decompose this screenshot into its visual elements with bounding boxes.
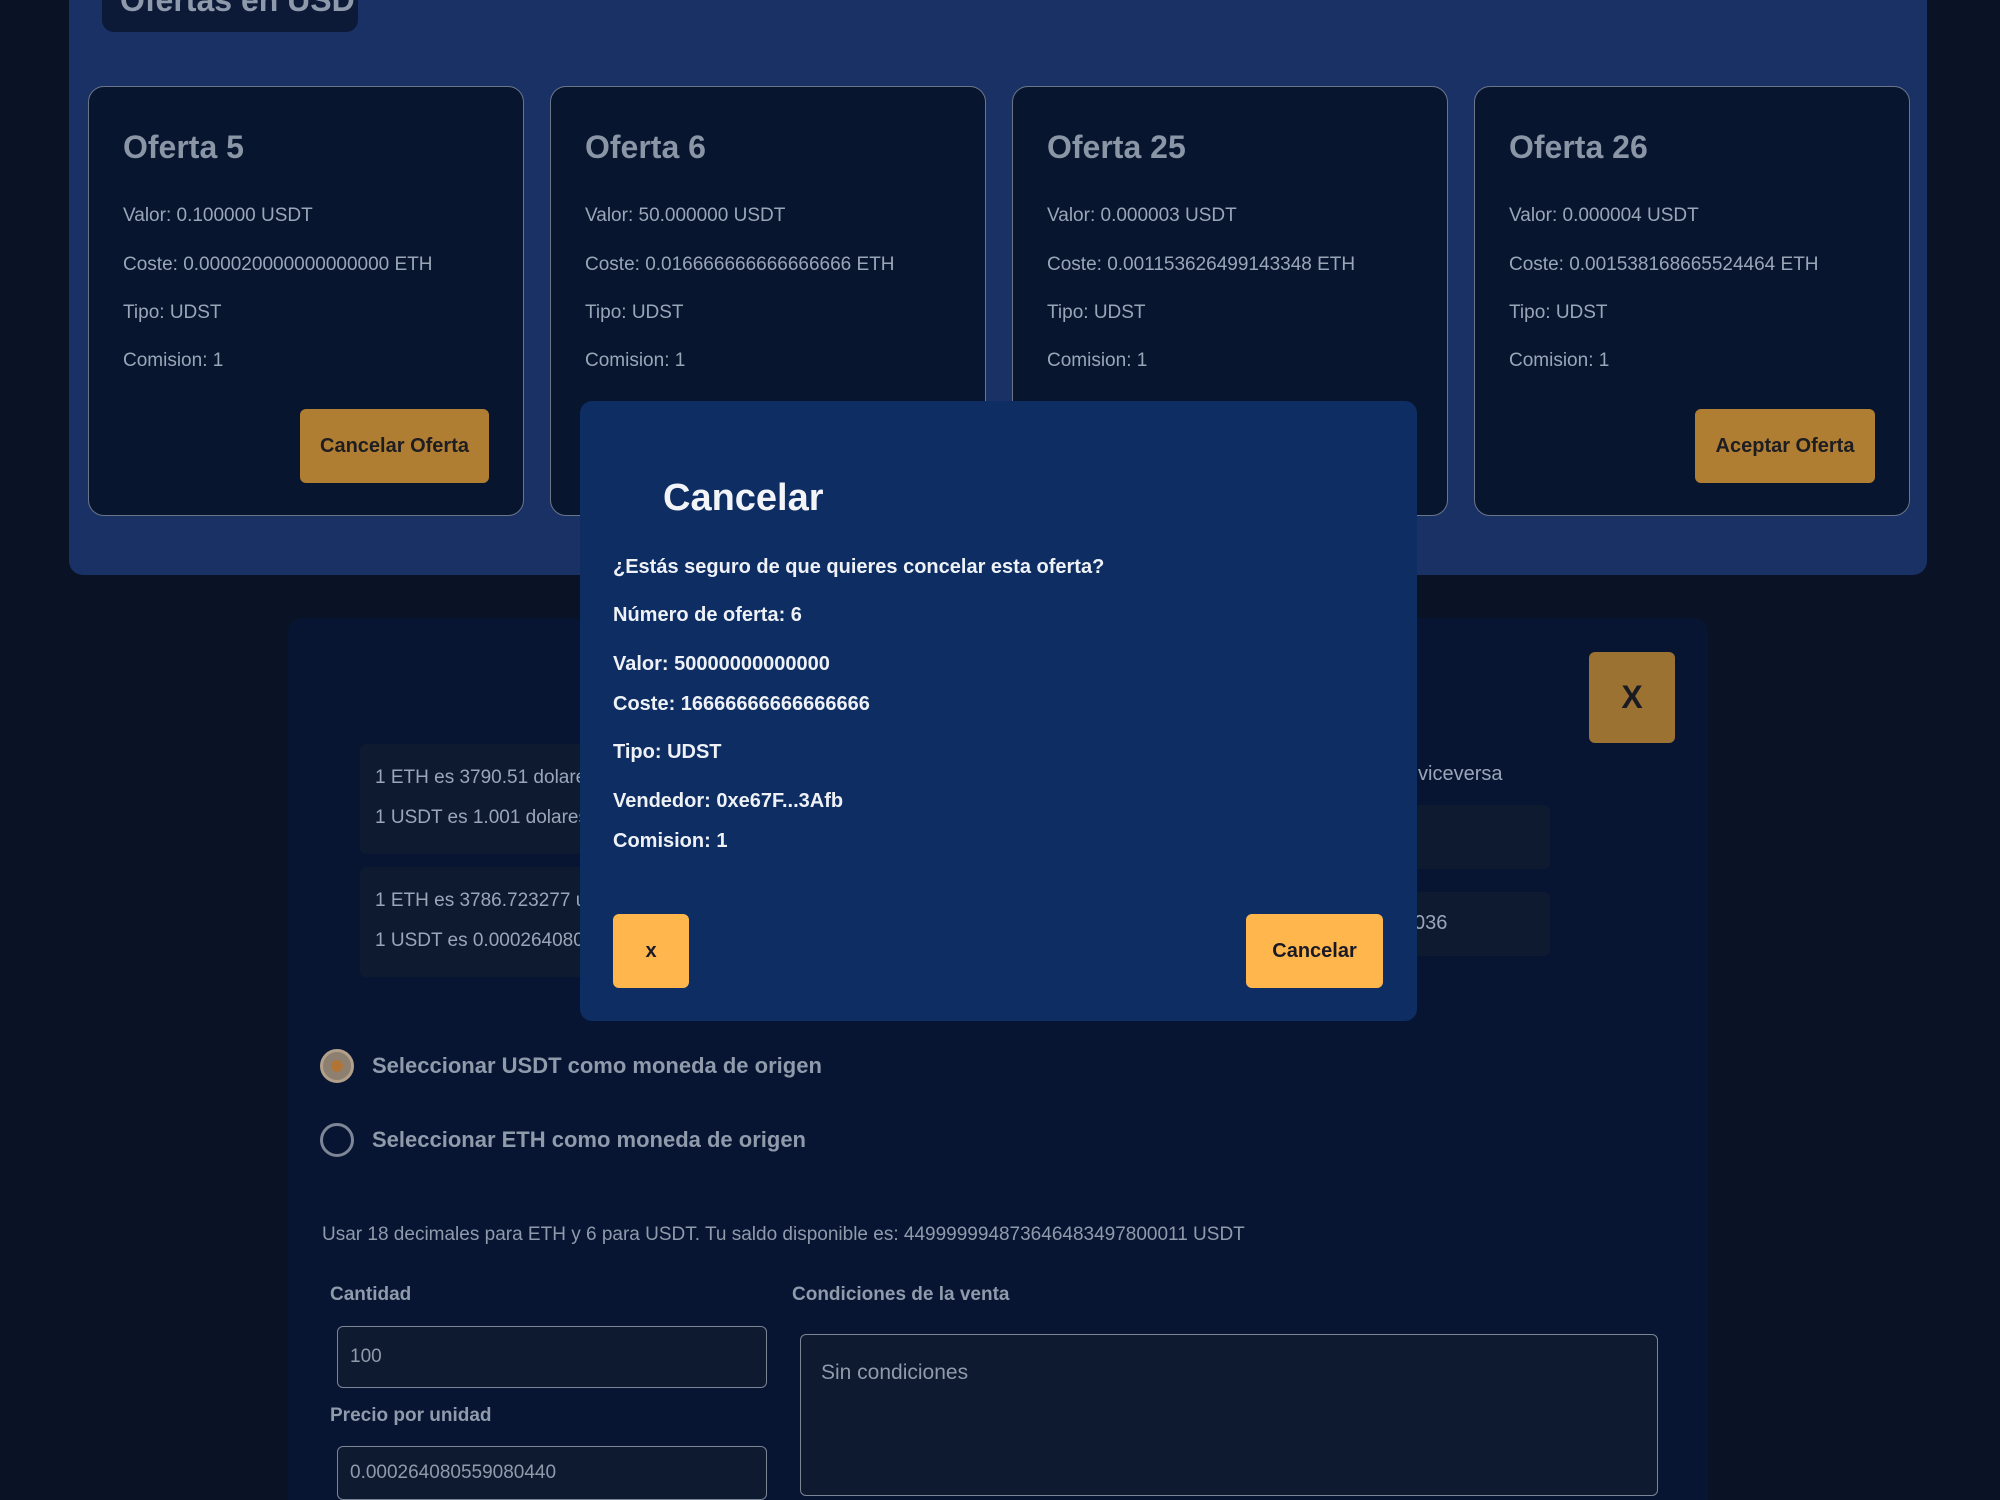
accept-offer-button[interactable]: Aceptar Oferta bbox=[1695, 409, 1875, 483]
radio-eth-label: Seleccionar ETH como moneda de origen bbox=[372, 1127, 806, 1152]
offer-valor: Valor: 50.000000 USDT bbox=[585, 205, 786, 226]
offer-title: Oferta 5 bbox=[123, 129, 244, 165]
modal-valor: Valor: 50000000000000 bbox=[613, 653, 830, 675]
radio-button[interactable] bbox=[320, 1123, 354, 1157]
modal-offer-number: Número de oferta: 6 bbox=[613, 604, 802, 626]
radio-usdt-origin[interactable]: Seleccionar USDT como moneda de origen bbox=[320, 1048, 822, 1084]
modal-close-button[interactable]: x bbox=[613, 914, 689, 988]
offer-valor: Valor: 0.100000 USDT bbox=[123, 205, 313, 226]
converter-input[interactable] bbox=[1400, 805, 1550, 869]
modal-question: ¿Estás seguro de que quieres concelar es… bbox=[613, 556, 1105, 578]
modal-tipo: Tipo: UDST bbox=[613, 741, 722, 763]
offer-card-26: Oferta 26 Valor: 0.000004 USDT Coste: 0.… bbox=[1474, 86, 1910, 516]
offer-title: Oferta 26 bbox=[1509, 129, 1648, 165]
offer-tipo: Tipo: UDST bbox=[1509, 302, 1608, 323]
offer-coste: Coste: 0.016666666666666666 ETH bbox=[585, 254, 895, 275]
rate-eth-usdt: 1 ETH es 3786.723277 usdt bbox=[375, 890, 612, 911]
offer-comision: Comision: 1 bbox=[123, 350, 224, 371]
offer-comision: Comision: 1 bbox=[1509, 350, 1610, 371]
converter-output-value: 036 bbox=[1414, 912, 1448, 934]
modal-coste: Coste: 16666666666666666 bbox=[613, 693, 870, 715]
radio-usdt-label: Seleccionar USDT como moneda de origen bbox=[372, 1053, 822, 1078]
price-rates-box bbox=[360, 744, 590, 854]
offer-valor: Valor: 0.000003 USDT bbox=[1047, 205, 1237, 226]
offer-coste: Coste: 0.001538168665524464 ETH bbox=[1509, 254, 1819, 275]
radio-button-checked[interactable] bbox=[320, 1049, 354, 1083]
offer-card-5: Oferta 5 Valor: 0.100000 USDT Coste: 0.0… bbox=[88, 86, 524, 516]
offer-comision: Comision: 1 bbox=[585, 350, 686, 371]
offer-tipo: Tipo: UDST bbox=[123, 302, 222, 323]
converter-label: viceversa bbox=[1418, 763, 1503, 785]
precio-label: Precio por unidad bbox=[330, 1405, 492, 1426]
offers-header-title: Ofertas en USDT bbox=[120, 0, 358, 18]
rate-eth-usd: 1 ETH es 3790.51 dolares bbox=[375, 767, 596, 788]
condiciones-textarea[interactable] bbox=[800, 1334, 1658, 1496]
offers-header: Ofertas en USDT bbox=[102, 0, 358, 32]
rate-usdt-usd: 1 USDT es 1.001 dolares bbox=[375, 807, 588, 828]
cantidad-label: Cantidad bbox=[330, 1284, 412, 1305]
modal-vendedor: Vendedor: 0xe67F...3Afb bbox=[613, 790, 844, 812]
modal-comision: Comision: 1 bbox=[613, 830, 728, 852]
offer-tipo: Tipo: UDST bbox=[585, 302, 684, 323]
balance-info: Usar 18 decimales para ETH y 6 para USDT… bbox=[322, 1224, 1245, 1245]
offer-comision: Comision: 1 bbox=[1047, 350, 1148, 371]
modal-title: Cancelar bbox=[663, 477, 824, 519]
condiciones-label: Condiciones de la venta bbox=[792, 1284, 1010, 1305]
offer-coste: Coste: 0.000020000000000000 ETH bbox=[123, 254, 433, 275]
offer-title: Oferta 6 bbox=[585, 129, 706, 165]
precio-input[interactable] bbox=[337, 1446, 767, 1500]
cancel-offer-button[interactable]: Cancelar Oferta bbox=[300, 409, 489, 483]
conversion-rates-box bbox=[360, 867, 590, 977]
cantidad-input[interactable] bbox=[337, 1326, 767, 1388]
modal-confirm-cancel-button[interactable]: Cancelar bbox=[1246, 914, 1383, 988]
cancel-offer-modal: Cancelar ¿Estás seguro de que quieres co… bbox=[580, 401, 1417, 1021]
close-form-button[interactable]: X bbox=[1589, 652, 1675, 743]
offer-valor: Valor: 0.000004 USDT bbox=[1509, 205, 1699, 226]
radio-eth-origin[interactable]: Seleccionar ETH como moneda de origen bbox=[320, 1122, 806, 1158]
offer-tipo: Tipo: UDST bbox=[1047, 302, 1146, 323]
offer-title: Oferta 25 bbox=[1047, 129, 1186, 165]
offer-coste: Coste: 0.001153626499143348 ETH bbox=[1047, 254, 1356, 275]
